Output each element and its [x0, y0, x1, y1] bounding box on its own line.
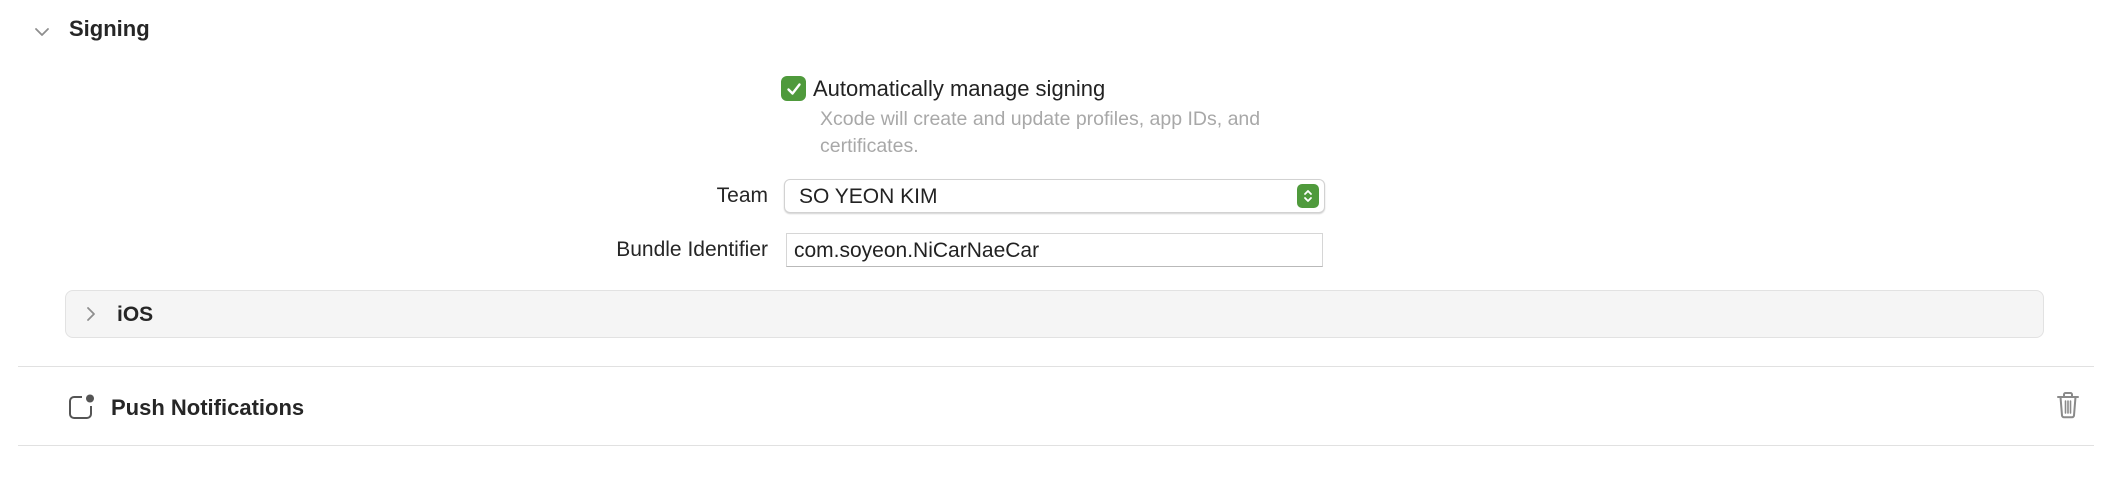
ios-group-label: iOS [117, 303, 154, 326]
bundle-identifier-label: Bundle Identifier [616, 238, 768, 261]
chevron-down-icon [35, 28, 49, 36]
auto-manage-signing-label[interactable]: Automatically manage signing [813, 76, 1105, 102]
team-label: Team [716, 184, 768, 207]
bundle-identifier-field[interactable]: com.soyeon.NiCarNaeCar [786, 233, 1323, 267]
trash-icon [2057, 392, 2079, 419]
signing-section-title: Signing [69, 16, 150, 41]
section-divider-bottom [18, 445, 2094, 446]
checkmark-icon [786, 82, 801, 95]
delete-capability-button[interactable] [2054, 390, 2082, 420]
auto-manage-signing-checkbox[interactable] [781, 76, 806, 101]
push-notifications-icon [67, 393, 95, 421]
popup-stepper-icon [1297, 184, 1319, 208]
section-divider [18, 366, 2094, 367]
signing-disclosure-toggle[interactable] [30, 20, 54, 44]
ios-platform-group[interactable]: iOS [65, 290, 2044, 338]
auto-manage-signing-hint: Xcode will create and update profiles, a… [820, 108, 1261, 157]
chevron-right-icon [87, 307, 95, 321]
team-popup[interactable]: SO YEON KIM [784, 179, 1325, 213]
bundle-identifier-value: com.soyeon.NiCarNaeCar [794, 239, 1040, 262]
push-notifications-title: Push Notifications [111, 395, 305, 420]
team-popup-value: SO YEON KIM [799, 185, 938, 208]
